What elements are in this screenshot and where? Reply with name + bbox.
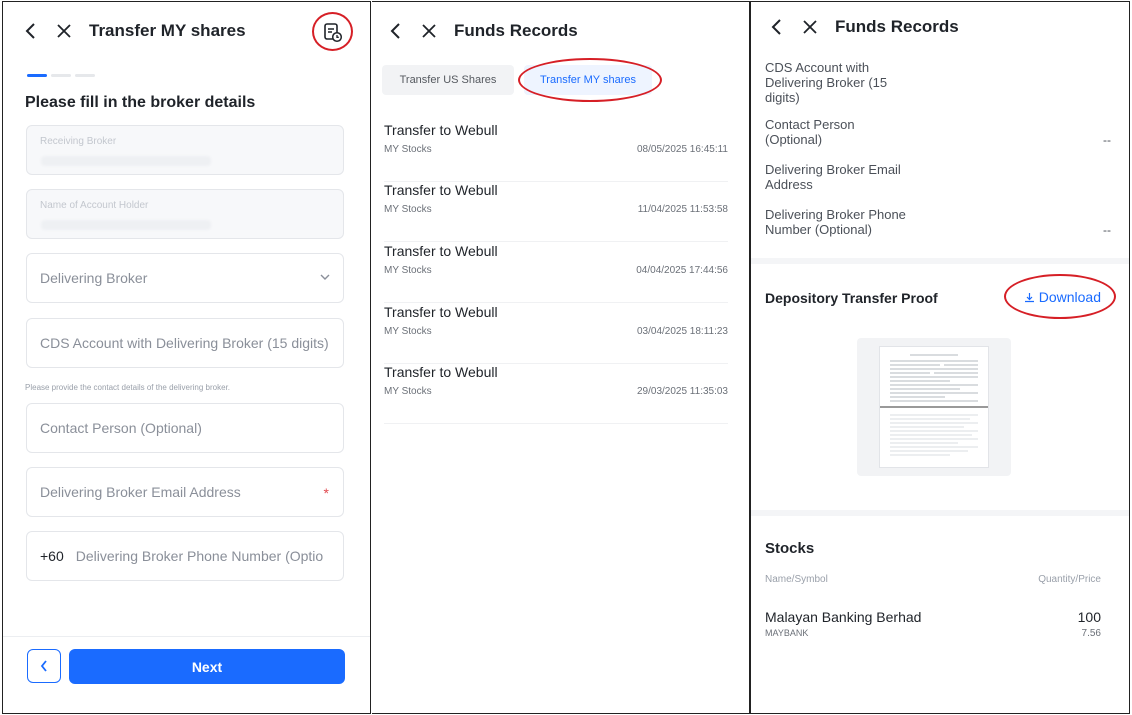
- tab-transfer-us-shares[interactable]: Transfer US Shares: [382, 65, 514, 95]
- chevron-left-icon[interactable]: [19, 20, 41, 42]
- stock-quantity: 100: [1077, 609, 1101, 625]
- record-time: 03/04/2025 18:11:23: [636, 326, 728, 337]
- page-title: Transfer MY shares: [89, 21, 246, 40]
- phone-field[interactable]: +60 Delivering Broker Phone Number (Opti…: [26, 531, 344, 581]
- detail-label: CDS Account with Delivering Broker (15 d…: [765, 60, 888, 105]
- contact-hint: Please provide the contact details of th…: [25, 383, 231, 392]
- delivering-broker-select[interactable]: Delivering Broker: [26, 253, 344, 303]
- list-item[interactable]: Transfer to Webull MY Stocks 08/05/2025 …: [384, 122, 728, 182]
- detail-row: Delivering Broker Phone Number (Optional…: [765, 207, 1111, 239]
- record-title: Transfer to Webull: [384, 304, 498, 320]
- record-time: 11/04/2025 11:53:58: [637, 204, 728, 215]
- header: Funds Records: [751, 12, 1129, 42]
- header: Funds Records: [372, 16, 749, 46]
- record-title: Transfer to Webull: [384, 364, 498, 380]
- field-placeholder: Delivering Broker Phone Number (Optio: [75, 548, 324, 564]
- highlight-circle: [1004, 274, 1116, 319]
- highlight-circle: [312, 12, 353, 51]
- field-placeholder: CDS Account with Delivering Broker (15 d…: [40, 335, 329, 351]
- record-title: Transfer to Webull: [384, 182, 498, 198]
- contact-person-field[interactable]: Contact Person (Optional): [26, 403, 344, 453]
- phone-prefix: +60: [40, 548, 64, 564]
- field-placeholder: Delivering Broker: [40, 270, 148, 286]
- required-mark: *: [323, 485, 329, 501]
- detail-row: CDS Account with Delivering Broker (15 d…: [765, 60, 1111, 110]
- cds-account-field[interactable]: CDS Account with Delivering Broker (15 d…: [26, 318, 344, 368]
- form-heading: Please fill in the broker details: [25, 94, 256, 111]
- funds-record-detail-screen: Funds Records CDS Account with Deliverin…: [750, 1, 1130, 714]
- record-title: Transfer to Webull: [384, 243, 498, 259]
- record-time: 04/04/2025 17:44:56: [636, 265, 728, 276]
- divider: [3, 636, 370, 637]
- close-icon[interactable]: [53, 20, 75, 42]
- stock-name: Malayan Banking Berhad: [765, 609, 922, 625]
- list-item[interactable]: Transfer to Webull MY Stocks 04/04/2025 …: [384, 243, 728, 303]
- record-market: MY Stocks: [384, 386, 432, 397]
- field-placeholder: Contact Person (Optional): [40, 420, 202, 436]
- close-icon[interactable]: [799, 16, 821, 38]
- stocks-heading: Stocks: [765, 540, 815, 557]
- detail-label: Delivering Broker Phone Number (Optional…: [765, 207, 906, 237]
- detail-value: --: [1103, 133, 1111, 147]
- section-divider: [751, 510, 1129, 516]
- transfer-form-screen: Transfer MY shares Please fill in the br…: [2, 1, 371, 714]
- record-market: MY Stocks: [384, 326, 432, 337]
- detail-value: --: [1103, 223, 1111, 237]
- detail-row: Delivering Broker Email Address: [765, 162, 1111, 194]
- highlight-circle: [518, 58, 662, 102]
- detail-row: Contact Person (Optional) --: [765, 117, 1111, 149]
- list-item[interactable]: Transfer to Webull MY Stocks 29/03/2025 …: [384, 364, 728, 424]
- proof-title: Depository Transfer Proof: [765, 290, 938, 306]
- chevron-down-icon: [319, 270, 331, 286]
- next-button[interactable]: Next: [69, 649, 345, 684]
- close-icon[interactable]: [418, 20, 440, 42]
- record-time: 08/05/2025 16:45:11: [636, 144, 728, 155]
- chevron-left-icon[interactable]: [765, 16, 787, 38]
- document-preview: [879, 346, 989, 468]
- detail-label: Contact Person (Optional): [765, 117, 855, 147]
- field-label: Receiving Broker: [40, 136, 117, 147]
- stock-price: 7.56: [1081, 628, 1101, 639]
- receiving-broker-field[interactable]: Receiving Broker: [26, 125, 344, 175]
- detail-label: Delivering Broker Email Address: [765, 162, 901, 192]
- list-item[interactable]: Transfer to Webull MY Stocks 11/04/2025 …: [384, 182, 728, 242]
- section-divider: [751, 258, 1129, 264]
- field-label: Name of Account Holder: [40, 200, 149, 211]
- page-title: Funds Records: [454, 21, 578, 40]
- column-header-quantity: Quantity/Price: [1038, 574, 1101, 585]
- proof-thumbnail[interactable]: [857, 338, 1011, 476]
- list-item[interactable]: Transfer to Webull MY Stocks 03/04/2025 …: [384, 304, 728, 364]
- chevron-left-icon: [40, 660, 47, 672]
- field-placeholder: Delivering Broker Email Address: [40, 484, 241, 500]
- back-button[interactable]: [27, 649, 61, 683]
- page-title: Funds Records: [835, 17, 959, 36]
- record-market: MY Stocks: [384, 204, 432, 215]
- funds-records-list-screen: Funds Records Transfer US Shares Transfe…: [372, 1, 750, 714]
- record-market: MY Stocks: [384, 144, 432, 155]
- stock-symbol: MAYBANK: [765, 628, 809, 638]
- step-progress: [27, 74, 95, 77]
- record-time: 29/03/2025 11:35:03: [636, 386, 728, 397]
- account-holder-field[interactable]: Name of Account Holder: [26, 189, 344, 239]
- record-title: Transfer to Webull: [384, 122, 498, 138]
- column-header-name: Name/Symbol: [765, 574, 828, 585]
- record-market: MY Stocks: [384, 265, 432, 276]
- chevron-left-icon[interactable]: [384, 20, 406, 42]
- email-field[interactable]: Delivering Broker Email Address *: [26, 467, 344, 517]
